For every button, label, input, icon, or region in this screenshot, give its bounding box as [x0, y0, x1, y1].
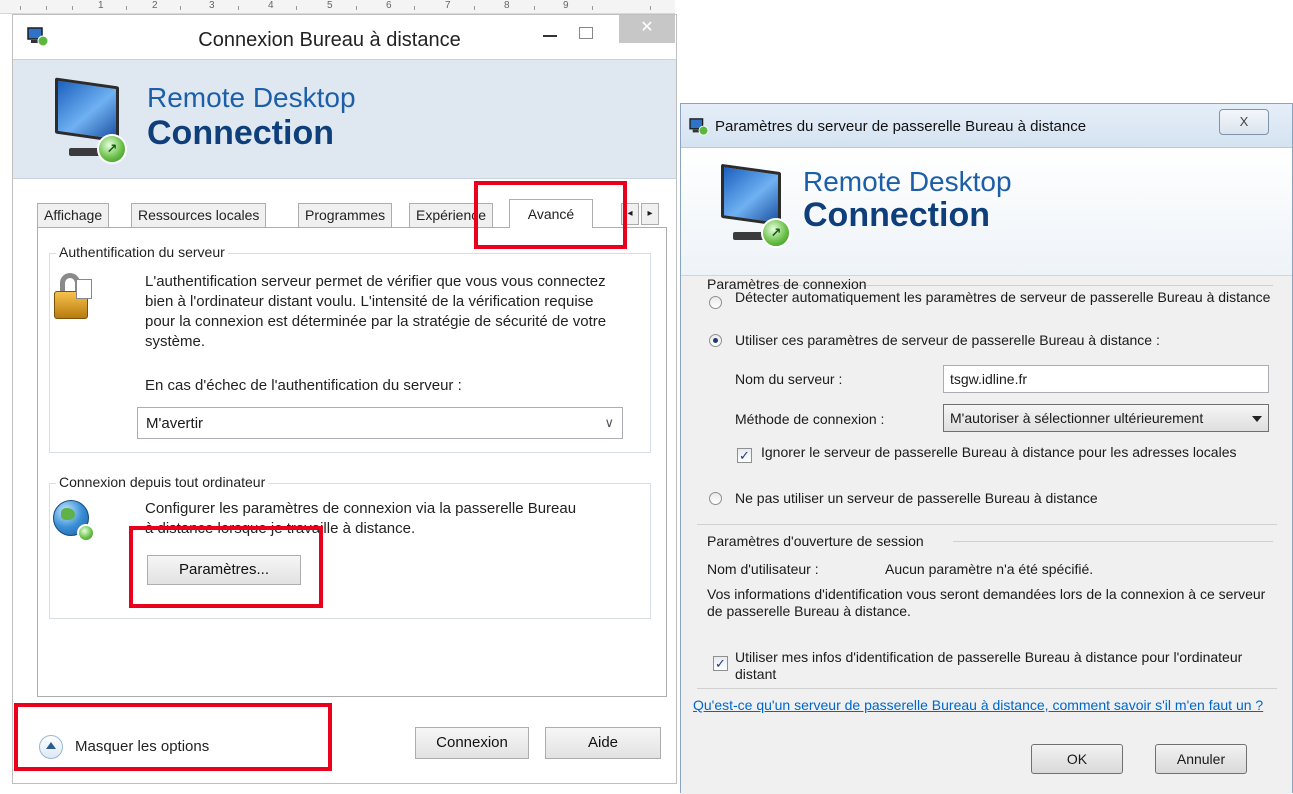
- chevron-down-icon: ∨: [604, 415, 614, 430]
- logon-info-text: Vos informations d'identification vous s…: [707, 586, 1266, 619]
- bypass-local-label: Ignorer le serveur de passerelle Bureau …: [761, 444, 1237, 460]
- auth-failure-dropdown[interactable]: M'avertir ∨: [137, 407, 623, 439]
- server-name-input[interactable]: tsgw.idline.fr: [943, 365, 1269, 393]
- tab-ressources-locales[interactable]: Ressources locales: [131, 203, 267, 227]
- banner-title-line1: Remote Desktop: [147, 82, 356, 113]
- radio-no-gateway[interactable]: [709, 492, 722, 505]
- ruler-number: 1: [98, 0, 104, 11]
- banner-title-line1: Remote Desktop: [803, 166, 1012, 197]
- use-credentials-checkbox[interactable]: ✓: [713, 656, 728, 671]
- chevron-down-icon: [1252, 416, 1262, 422]
- radio-use-settings[interactable]: [709, 334, 722, 347]
- connect-anywhere-group-title: Connexion depuis tout ordinateur: [56, 474, 269, 490]
- gateway-settings-dialog: Paramètres du serveur de passerelle Bure…: [680, 103, 1293, 794]
- close-button[interactable]: ✕: [619, 15, 675, 43]
- dialog-banner: ↗ Remote Desktop Connection: [681, 148, 1292, 276]
- username-value: Aucun paramètre n'a été spécifié.: [885, 561, 1094, 577]
- title-bar[interactable]: Connexion Bureau à distance ✕: [13, 15, 676, 59]
- logon-settings-title: Paramètres d'ouverture de session: [707, 533, 924, 549]
- cancel-button[interactable]: Annuler: [1155, 744, 1247, 774]
- tab-scroll-right-arrow[interactable]: ▸: [641, 203, 659, 225]
- rdc-main-window: Connexion Bureau à distance ✕ ↗ Remote D…: [12, 14, 677, 784]
- network-globe-icon: [53, 500, 95, 542]
- ruler-number: 6: [386, 0, 392, 11]
- auth-failure-value: M'avertir: [146, 415, 204, 432]
- connection-method-dropdown[interactable]: M'autoriser à sélectionner ultérieuremen…: [943, 404, 1269, 432]
- radio-use-settings-label: Utiliser ces paramètres de serveur de pa…: [735, 332, 1160, 348]
- ok-button[interactable]: OK: [1031, 744, 1123, 774]
- dialog-title: Paramètres du serveur de passerelle Bure…: [715, 118, 1087, 135]
- ruler-number: 9: [563, 0, 569, 11]
- server-name-label: Nom du serveur :: [735, 371, 843, 387]
- tab-programmes[interactable]: Programmes: [298, 203, 393, 227]
- gateway-help-link[interactable]: Qu'est-ce qu'un serveur de passerelle Bu…: [693, 696, 1283, 714]
- connection-method-label: Méthode de connexion :: [735, 411, 885, 427]
- lock-icon: [54, 273, 94, 319]
- banner-title-line2: Connection: [147, 114, 334, 152]
- server-auth-group-title: Authentification du serveur: [56, 244, 228, 260]
- maximize-button[interactable]: [579, 27, 593, 39]
- rdc-app-icon: [689, 118, 709, 141]
- auth-failure-label: En cas d'échec de l'authentification du …: [145, 377, 462, 394]
- highlight-box-hide-options: [14, 703, 332, 771]
- connect-button[interactable]: Connexion: [415, 727, 529, 759]
- highlight-box-settings-button: [129, 526, 323, 608]
- rdc-monitor-icon: ↗: [55, 77, 131, 166]
- use-credentials-label: Utiliser mes infos d'identification de p…: [735, 649, 1243, 682]
- ruler-number: 8: [504, 0, 510, 11]
- help-button[interactable]: Aide: [545, 727, 661, 759]
- dialog-title-bar[interactable]: Paramètres du serveur de passerelle Bure…: [681, 104, 1292, 148]
- ruler-number: 3: [209, 0, 215, 11]
- ruler-number: 5: [327, 0, 333, 11]
- bypass-local-checkbox[interactable]: ✓: [737, 448, 752, 463]
- username-label: Nom d'utilisateur :: [707, 561, 819, 577]
- banner-title-line2: Connection: [803, 196, 990, 234]
- server-auth-description: L'authentification serveur permet de vér…: [145, 273, 607, 350]
- connection-method-value: M'autoriser à sélectionner ultérieuremen…: [950, 410, 1204, 426]
- minimize-button[interactable]: [539, 23, 569, 49]
- highlight-box-avance-tab: [474, 181, 627, 249]
- document-ruler: 1 2 3 4 5 6 7 8 9: [0, 0, 675, 14]
- rdc-monitor-icon: ↗: [721, 163, 797, 252]
- dialog-close-button[interactable]: X: [1219, 109, 1269, 135]
- dialog-body: Paramètres de connexion Détecter automat…: [681, 276, 1292, 794]
- ruler-number: 7: [445, 0, 451, 11]
- rdc-banner: ↗ Remote Desktop Connection: [13, 59, 676, 179]
- radio-no-gateway-label: Ne pas utiliser un serveur de passerelle…: [735, 490, 1098, 506]
- window-title: Connexion Bureau à distance: [198, 29, 461, 51]
- radio-auto-detect[interactable]: [709, 296, 722, 309]
- ruler-number: 4: [268, 0, 274, 11]
- radio-auto-detect-label: Détecter automatiquement les paramètres …: [735, 289, 1271, 305]
- ruler-number: 2: [152, 0, 158, 11]
- tab-affichage[interactable]: Affichage: [37, 203, 110, 227]
